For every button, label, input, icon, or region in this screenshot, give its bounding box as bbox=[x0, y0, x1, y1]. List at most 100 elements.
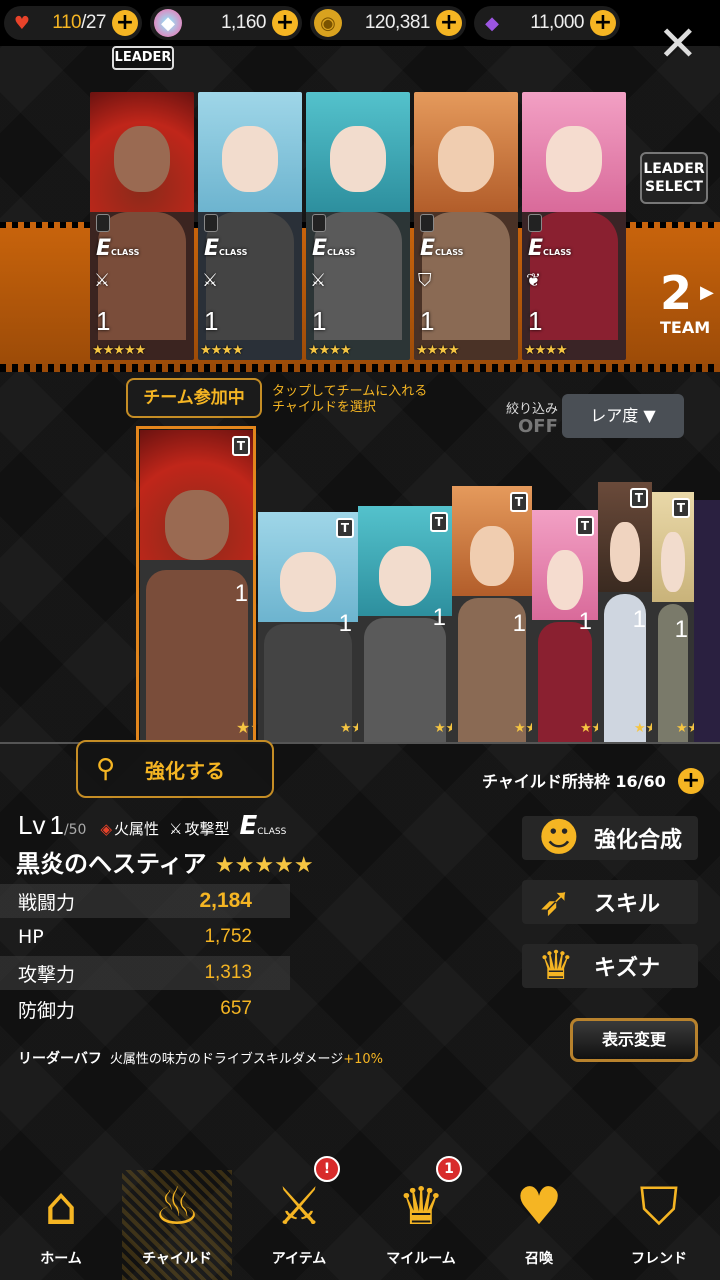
type-label: 攻撃型 bbox=[184, 820, 230, 838]
defense-type-icon: ⛉ bbox=[418, 270, 432, 291]
team-number: 2 bbox=[660, 266, 693, 320]
team-member-card[interactable]: ECLASS ⚔ 1 ★★★★★ bbox=[90, 92, 194, 360]
level-label: 1 bbox=[420, 306, 435, 336]
rarity-stars: ★★★★ bbox=[580, 721, 598, 736]
coin-counter: ◉ 120,381 + bbox=[310, 6, 466, 40]
team-tag: T bbox=[630, 488, 648, 508]
roster-level: 1 bbox=[578, 608, 592, 635]
roster-card[interactable]: T 1 ★★★★ bbox=[652, 492, 694, 742]
child-icon: ♨ bbox=[153, 1177, 201, 1237]
attack-type-icon: ⚔ bbox=[94, 270, 111, 291]
roster-level: 1 bbox=[632, 606, 646, 633]
stat-row: HP 1,752 bbox=[18, 926, 252, 948]
child-name: 黒炎のヘスティア ★★★★★ bbox=[16, 850, 314, 878]
rarity-stars: ★★★★ bbox=[676, 721, 694, 736]
rarity-stars: ★★★★ bbox=[524, 343, 568, 358]
add-stamina-button[interactable]: + bbox=[112, 10, 138, 36]
team-joined-button[interactable]: チーム参加中 bbox=[126, 378, 262, 418]
gem-icon: ◆ bbox=[485, 12, 499, 34]
add-crystal-button[interactable]: + bbox=[272, 10, 298, 36]
bond-icon: ♛ bbox=[538, 943, 574, 989]
detail-level: 1 bbox=[49, 810, 64, 840]
display-change-button[interactable]: 表示変更 bbox=[570, 1018, 698, 1062]
roster-card[interactable]: T 1 ★★★★ bbox=[598, 482, 652, 742]
team-tag: T bbox=[672, 498, 690, 518]
fire-element-icon: ◈ bbox=[100, 820, 113, 838]
team-tag: T bbox=[430, 512, 448, 532]
roster-card[interactable]: T 1 ★★★★ bbox=[452, 486, 532, 742]
roster-level: 1 bbox=[674, 616, 688, 643]
team-member-card[interactable]: ECLASS ⚔ 1 ★★★★ bbox=[306, 92, 410, 360]
rarity-stars: ★★★★★ bbox=[92, 343, 146, 358]
resource-bar: ♥ 110/27 + ◆ 1,160 + ◉ 120,381 + ◆ 11,00… bbox=[0, 0, 720, 46]
stat-row: 防御力 657 bbox=[18, 998, 252, 1022]
roster-card[interactable]: T 1 ★★★★ bbox=[358, 506, 452, 742]
rarity-stars: ★★★★ bbox=[634, 721, 652, 736]
close-icon[interactable]: ✕ bbox=[658, 20, 698, 68]
team-member-card[interactable]: ECLASS ⚔ 1 ★★★★ bbox=[198, 92, 302, 360]
attack-type-icon: ⚔ bbox=[169, 820, 183, 838]
rarity-stars: ★★★★ bbox=[308, 343, 352, 358]
stat-row: 戦闘力 2,184 bbox=[0, 884, 290, 918]
class-label: E bbox=[420, 236, 436, 261]
notification-badge: ! bbox=[314, 1156, 340, 1182]
add-coin-button[interactable]: + bbox=[436, 10, 462, 36]
bond-button[interactable]: ♛ キズナ bbox=[522, 943, 698, 989]
roster-card[interactable]: T 1 ★★★★ bbox=[258, 512, 358, 742]
skill-icon: ➶ bbox=[538, 879, 572, 925]
summon-icon: ♥ bbox=[515, 1177, 563, 1237]
gem-value: 11,000 bbox=[530, 12, 584, 33]
roster-level: 1 bbox=[338, 610, 352, 637]
enhance-label: 強化する bbox=[145, 758, 226, 783]
nav-item[interactable]: ! ⚔ アイテム bbox=[244, 1156, 354, 1280]
rarity-stars: ★★★★ bbox=[416, 343, 460, 358]
roster-card[interactable] bbox=[694, 500, 720, 742]
selected-frame bbox=[136, 426, 256, 740]
next-team-icon[interactable]: ▶ bbox=[700, 282, 714, 303]
add-slots-button[interactable]: + bbox=[678, 768, 704, 794]
enhance-button[interactable]: ⚲ 強化する bbox=[76, 740, 274, 798]
roster-level: 1 bbox=[512, 610, 526, 637]
gem-counter: ◆ 11,000 + bbox=[474, 6, 620, 40]
attribute-label: 火属性 bbox=[114, 820, 160, 838]
nav-myroom[interactable]: 1 ♛ マイルーム bbox=[366, 1156, 476, 1280]
level-line: Lv 1/50 ◈ 火属性 ⚔ 攻撃型 E CLASS bbox=[18, 810, 287, 841]
nav-friend[interactable]: ⛉ フレンド bbox=[604, 1170, 714, 1280]
class-label: E bbox=[528, 236, 544, 261]
leader-select-button[interactable]: LEADER SELECT bbox=[640, 152, 708, 204]
rarity-stars: ★★★★ bbox=[200, 343, 244, 358]
search-icon: ⚲ bbox=[96, 754, 116, 784]
team-tag: T bbox=[336, 518, 354, 538]
filter-label: 絞り込み bbox=[506, 402, 559, 417]
stamina-counter: ♥ 110/27 + bbox=[4, 6, 142, 40]
crystal-icon: ◆ bbox=[154, 9, 182, 37]
team-member-card[interactable]: ECLASS ⛉ 1 ★★★★ bbox=[414, 92, 518, 360]
bottom-nav: ⌂ ホーム ♨ チャイルド ! ⚔ アイテム 1 ♛ マイルーム ♥ 召喚 ⛉ … bbox=[0, 1156, 720, 1280]
notification-badge: 1 bbox=[436, 1156, 462, 1182]
level-label: 1 bbox=[312, 306, 327, 336]
enhance-fusion-button[interactable]: ☻ 強化合成 bbox=[522, 815, 698, 861]
fire-element-icon bbox=[528, 214, 542, 232]
sort-rarity-dropdown[interactable]: レア度 ▼ bbox=[562, 394, 684, 438]
team-label: TEAM bbox=[660, 318, 711, 337]
skill-button[interactable]: ➶ スキル bbox=[522, 879, 698, 925]
person-lv-icon: ☻ bbox=[538, 815, 580, 861]
attack-type-icon: ⚔ bbox=[310, 270, 327, 291]
stamina-current: 110 bbox=[52, 12, 82, 33]
attack-type-icon: ⚔ bbox=[202, 270, 219, 291]
item-icon: ⚔ bbox=[275, 1177, 323, 1237]
nav-home[interactable]: ⌂ ホーム bbox=[6, 1170, 116, 1280]
rarity-stars: ★★★★★ bbox=[214, 853, 314, 878]
team-member-card[interactable]: ECLASS ❦ 1 ★★★★ bbox=[522, 92, 626, 360]
class-label: E bbox=[312, 236, 328, 261]
detail-level-max: /50 bbox=[63, 822, 87, 838]
nav-summon[interactable]: ♥ 召喚 bbox=[484, 1170, 594, 1280]
filter-toggle[interactable]: OFF bbox=[518, 416, 558, 437]
nav-child[interactable]: ♨ チャイルド bbox=[122, 1170, 232, 1280]
light-element-icon bbox=[312, 214, 326, 232]
add-gem-button[interactable]: + bbox=[590, 10, 616, 36]
class-label: E bbox=[204, 236, 220, 261]
crystal-counter: ◆ 1,160 + bbox=[150, 6, 302, 40]
roster-card[interactable]: T 1 ★★★★ bbox=[532, 510, 598, 742]
crystal-value: 1,160 bbox=[220, 12, 267, 33]
